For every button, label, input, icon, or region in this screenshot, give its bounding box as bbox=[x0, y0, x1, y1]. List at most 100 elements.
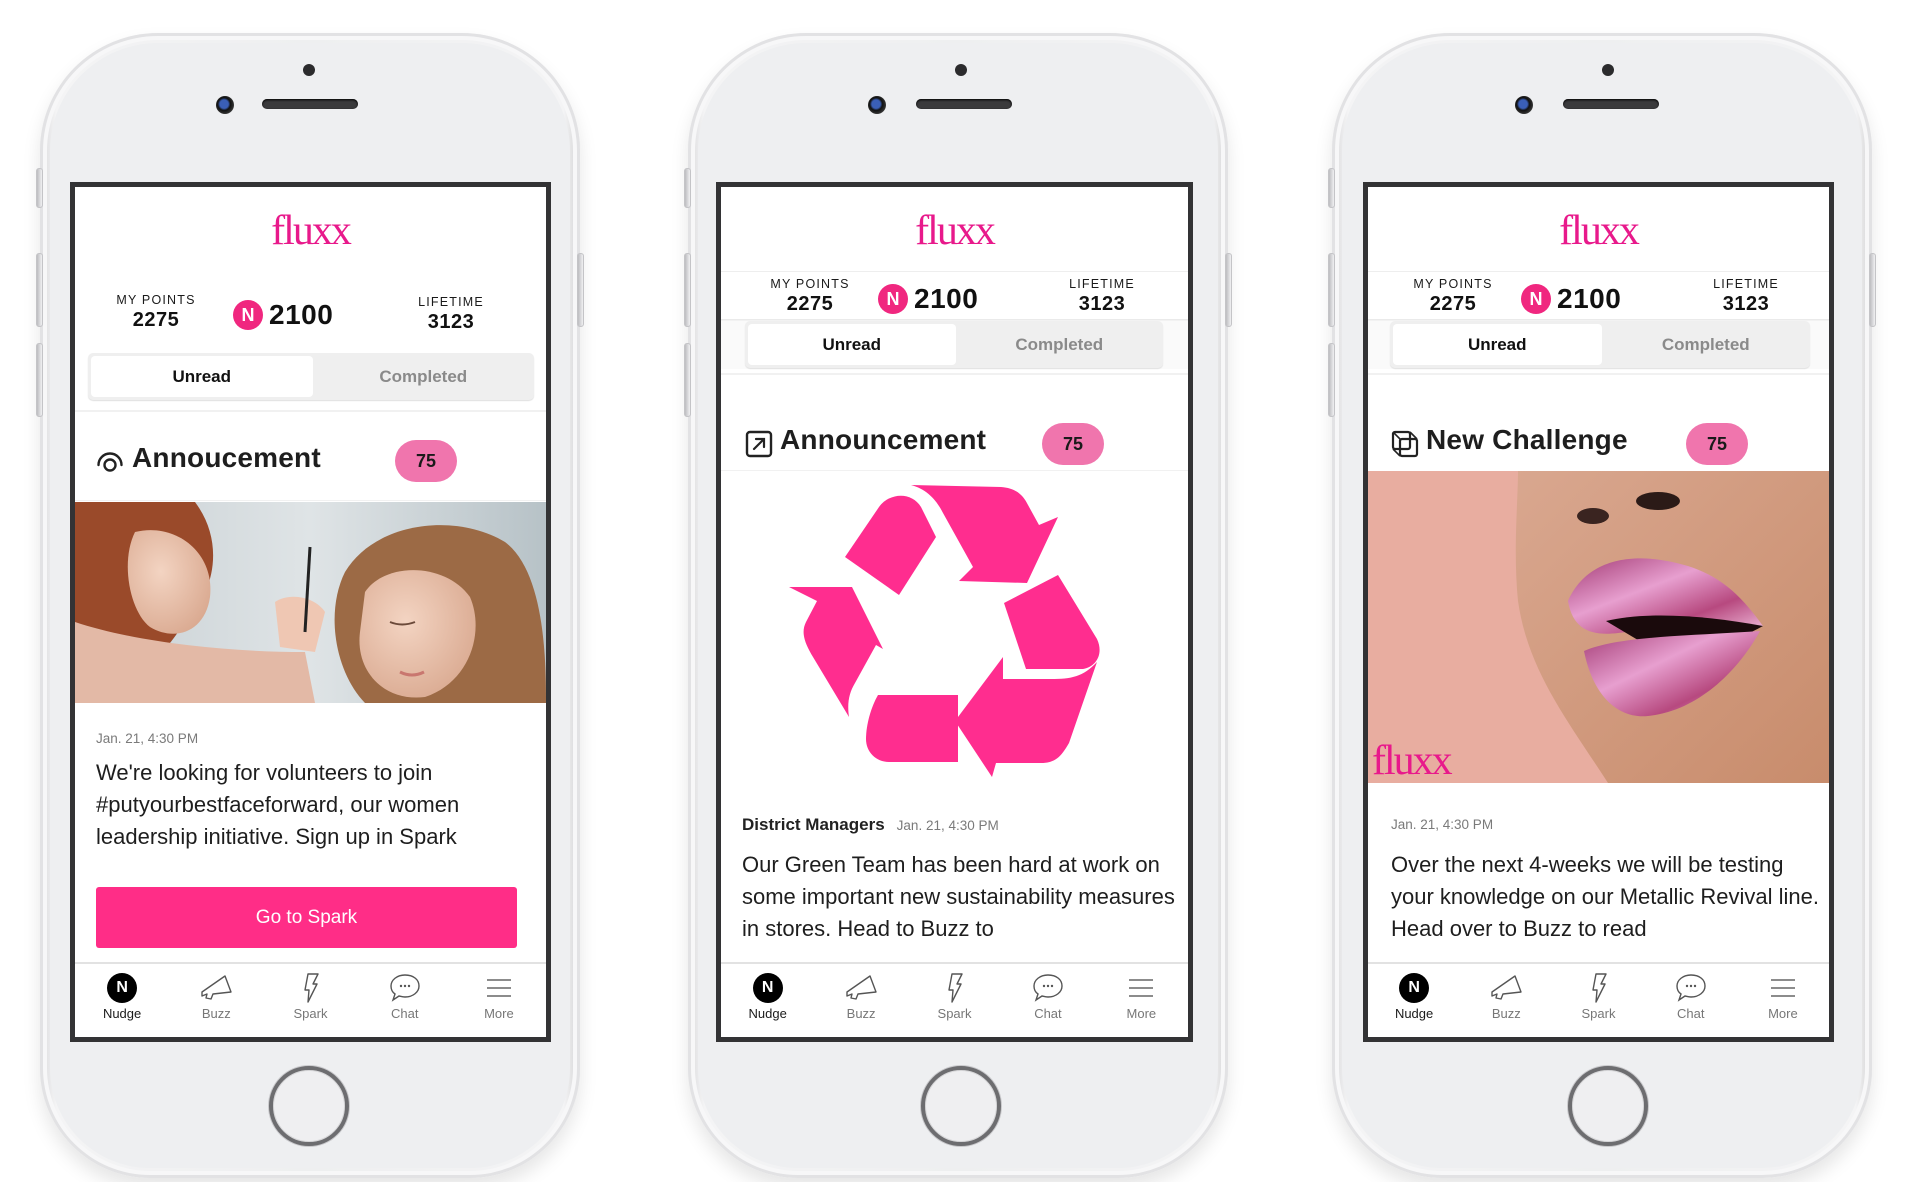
tab-unread[interactable]: Unread bbox=[1393, 324, 1602, 365]
tab-nudge[interactable]: N Nudge bbox=[1368, 964, 1460, 1037]
image-overlay-logo: fluxx bbox=[1372, 738, 1453, 783]
logo-divider bbox=[1368, 271, 1829, 272]
section-divider bbox=[1368, 373, 1829, 375]
tab-buzz[interactable]: Buzz bbox=[1460, 964, 1552, 1037]
nudge-score: N 2100 bbox=[878, 283, 978, 315]
points-summary: MY POINTS 2275 N 2100 LIFETIME 3123 bbox=[75, 293, 546, 353]
tab-more[interactable]: More bbox=[1095, 964, 1188, 1037]
tab-label: Nudge bbox=[748, 1006, 787, 1021]
radar-icon bbox=[97, 452, 123, 472]
card-title: Annoucement bbox=[132, 442, 321, 473]
recycle-icon bbox=[789, 485, 1100, 777]
tab-buzz[interactable]: Buzz bbox=[814, 964, 907, 1037]
external-link-icon bbox=[745, 430, 773, 458]
proximity-sensor bbox=[303, 64, 315, 76]
lifetime-points: LIFETIME 3123 bbox=[1042, 277, 1162, 316]
tab-label: Buzz bbox=[201, 1006, 231, 1021]
proximity-sensor bbox=[1602, 64, 1614, 76]
earpiece-speaker bbox=[916, 99, 1012, 109]
phone-screen: fluxx MY POINTS 2275 N 2100 LIFETIME 312… bbox=[716, 182, 1193, 1042]
my-points-value: 2275 bbox=[1429, 293, 1477, 315]
tab-label: Buzz bbox=[846, 1006, 876, 1021]
megaphone-icon bbox=[1491, 975, 1522, 1000]
card-header: New Challenge 75 bbox=[1368, 419, 1829, 469]
tab-completed[interactable]: Completed bbox=[313, 353, 535, 400]
mute-switch bbox=[36, 168, 43, 208]
tab-unread[interactable]: Unread bbox=[748, 324, 956, 365]
tab-label: More bbox=[1768, 1006, 1798, 1021]
tab-nudge[interactable]: N Nudge bbox=[721, 964, 814, 1037]
phone-screen: fluxx MY POINTS 2275 N 2100 LIFETIME 312… bbox=[1363, 182, 1834, 1042]
section-divider bbox=[721, 373, 1188, 375]
nudge-score: N 2100 bbox=[233, 299, 333, 331]
tab-nudge[interactable]: N Nudge bbox=[75, 964, 169, 1037]
lifetime-label: LIFETIME bbox=[1713, 277, 1779, 291]
tab-spark[interactable]: Spark bbox=[263, 964, 357, 1037]
photo-illustration bbox=[75, 502, 546, 703]
tab-completed[interactable]: Completed bbox=[956, 321, 1164, 368]
tab-chat[interactable]: Chat bbox=[1645, 964, 1737, 1037]
card-date: Jan. 21, 4:30 PM bbox=[1391, 817, 1494, 832]
tab-label: Spark bbox=[937, 1006, 972, 1021]
tab-spark[interactable]: Spark bbox=[1552, 964, 1644, 1037]
my-points: MY POINTS 2275 bbox=[96, 293, 216, 332]
front-camera-icon bbox=[216, 96, 234, 114]
nudge-score-value: 2100 bbox=[1557, 283, 1622, 314]
tab-spark[interactable]: Spark bbox=[908, 964, 1001, 1037]
tab-chat[interactable]: Chat bbox=[358, 964, 452, 1037]
volume-up-button bbox=[36, 253, 43, 327]
home-button[interactable] bbox=[269, 1066, 349, 1146]
power-button bbox=[577, 253, 584, 327]
tab-completed[interactable]: Completed bbox=[1602, 321, 1811, 368]
nudge-badge-icon: N bbox=[1521, 284, 1551, 314]
nudge-icon: N bbox=[107, 973, 138, 1003]
nudge-score-value: 2100 bbox=[269, 299, 334, 330]
lightning-icon bbox=[947, 973, 963, 1003]
mute-switch bbox=[684, 168, 691, 208]
my-points: MY POINTS 2275 bbox=[1393, 277, 1513, 316]
tab-label: Chat bbox=[390, 1006, 419, 1021]
phone-screen: fluxx MY POINTS 2275 N 2100 LIFETIME 312… bbox=[70, 182, 551, 1042]
nudge-icon: N bbox=[752, 973, 783, 1003]
fluxx-logo: fluxx bbox=[915, 208, 996, 254]
points-badge: 75 bbox=[1686, 423, 1748, 465]
tab-more[interactable]: More bbox=[1737, 964, 1829, 1037]
points-badge: 75 bbox=[1042, 423, 1104, 465]
menu-icon bbox=[1129, 979, 1154, 997]
recycle-symbol bbox=[721, 477, 1188, 787]
front-camera-icon bbox=[868, 96, 886, 114]
card-header-divider bbox=[75, 500, 546, 501]
earpiece-speaker bbox=[1563, 99, 1659, 109]
card-meta: District Managers Jan. 21, 4:30 PM bbox=[742, 815, 999, 835]
menu-icon bbox=[486, 979, 511, 997]
tab-label: Chat bbox=[1676, 1006, 1705, 1021]
card-title: Announcement bbox=[780, 424, 987, 455]
nudge-badge-icon: N bbox=[878, 284, 908, 314]
lightning-icon bbox=[303, 973, 319, 1003]
lifetime-label: LIFETIME bbox=[1069, 277, 1135, 291]
lifetime-label: LIFETIME bbox=[418, 295, 484, 309]
metallic-lips-photo: fluxx bbox=[1368, 471, 1829, 783]
chat-bubble-icon bbox=[390, 974, 420, 1002]
tab-buzz[interactable]: Buzz bbox=[169, 964, 263, 1037]
home-button[interactable] bbox=[1568, 1066, 1648, 1146]
go-to-spark-button[interactable]: Go to Spark bbox=[96, 887, 517, 948]
lifetime-value: 3123 bbox=[427, 311, 475, 333]
chat-bubble-icon bbox=[1676, 974, 1706, 1002]
tab-chat[interactable]: Chat bbox=[1001, 964, 1094, 1037]
earpiece-speaker bbox=[262, 99, 358, 109]
phone-mockup-3: fluxx MY POINTS 2275 N 2100 LIFETIME 312… bbox=[1328, 33, 1876, 1178]
proximity-sensor bbox=[955, 64, 967, 76]
home-button[interactable] bbox=[921, 1066, 1001, 1146]
tab-label: Nudge bbox=[1394, 1006, 1434, 1021]
tab-label: Spark bbox=[293, 1006, 328, 1021]
bottom-tab-bar: N Nudge Buzz Spark Chat More bbox=[721, 962, 1188, 1037]
tab-more[interactable]: More bbox=[452, 964, 546, 1037]
tab-unread[interactable]: Unread bbox=[91, 356, 313, 397]
card-date: Jan. 21, 4:30 PM bbox=[896, 818, 999, 833]
my-points-value: 2275 bbox=[786, 293, 834, 315]
bottom-tab-bar: N Nudge Buzz Spark Chat More bbox=[1368, 962, 1829, 1037]
my-points: MY POINTS 2275 bbox=[750, 277, 870, 316]
my-points-label: MY POINTS bbox=[1413, 277, 1493, 291]
section-divider bbox=[75, 410, 546, 412]
